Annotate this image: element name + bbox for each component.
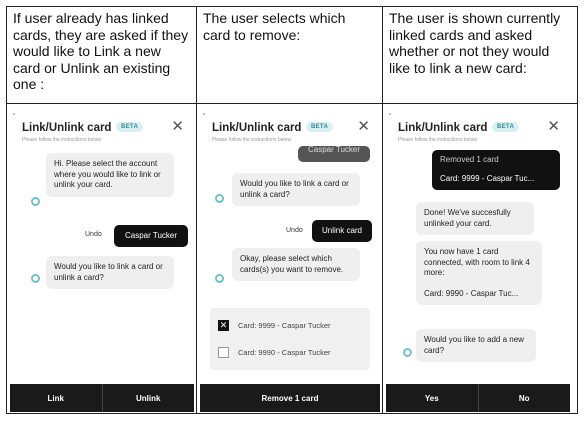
column-link-or-unlink: If user already has linked cards, they a… bbox=[7, 7, 197, 413]
bot-message: Would you like to link a card or unlink … bbox=[46, 256, 174, 289]
checkbox-checked[interactable]: ✕ bbox=[218, 319, 229, 331]
bot-message: Done! We've succesfully unlinked your ca… bbox=[416, 202, 534, 235]
beta-badge: BETA bbox=[116, 122, 144, 132]
yes-button[interactable]: Yes bbox=[386, 384, 479, 412]
bot-avatar-icon bbox=[31, 274, 40, 283]
bot-message: Okay, please select which cards(s) you w… bbox=[232, 248, 360, 281]
bot-avatar-icon bbox=[31, 197, 40, 206]
bot-message: You now have 1 card connected, with room… bbox=[416, 241, 542, 305]
beta-badge: BETA bbox=[306, 122, 334, 132]
instructions-text: Please follow the instructions below bbox=[22, 137, 101, 143]
no-button[interactable]: No bbox=[479, 384, 571, 412]
undo-link[interactable]: Undo bbox=[85, 231, 102, 238]
link-button[interactable]: Link bbox=[10, 384, 103, 412]
card-option[interactable]: ✕ Card: 9999 - Caspar Tucker bbox=[218, 317, 364, 333]
phone-screen: Link/Unlink card BETA ✕ Please follow th… bbox=[10, 110, 194, 412]
bot-avatar-icon bbox=[403, 348, 412, 357]
instructions-text: Please follow the instructions below bbox=[398, 137, 477, 143]
column-linked-cards: The user is shown currently linked cards… bbox=[383, 7, 577, 413]
user-reply: Unlink card bbox=[312, 220, 372, 242]
linked-summary-text: You now have 1 card connected, with room… bbox=[424, 247, 530, 277]
app-title: Link/Unlink card bbox=[398, 122, 488, 134]
bot-avatar-icon bbox=[215, 274, 224, 283]
card-label: Card: 9999 - Caspar Tucker bbox=[238, 320, 331, 330]
instructions-text: Please follow the instructions below bbox=[212, 137, 291, 143]
user-reply: Removed 1 card Card: 9999 - Caspar Tuc..… bbox=[432, 150, 560, 190]
bot-message: Would you like to link a card or unlink … bbox=[232, 173, 360, 206]
screen-corner-dot bbox=[389, 113, 391, 115]
action-bar: Link Unlink bbox=[10, 384, 194, 412]
beta-badge: BETA bbox=[492, 122, 520, 132]
card-selection-list: ✕ Card: 9999 - Caspar Tucker Card: 9990 … bbox=[210, 308, 370, 370]
undo-link[interactable]: Undo bbox=[286, 227, 303, 234]
storyboard-table: If user already has linked cards, they a… bbox=[6, 6, 578, 414]
action-bar: Yes No bbox=[386, 384, 570, 412]
column-header: The user selects which card to remove: bbox=[203, 10, 346, 43]
removed-card-text: Card: 9999 - Caspar Tuc... bbox=[440, 174, 535, 183]
close-icon[interactable]: ✕ bbox=[547, 117, 560, 135]
action-bar: Remove 1 card bbox=[200, 384, 380, 412]
remove-card-button[interactable]: Remove 1 card bbox=[200, 384, 380, 412]
bot-message: Hi. Please select the account where you … bbox=[46, 153, 174, 197]
user-reply: Caspar Tucker bbox=[114, 225, 188, 247]
user-reply-previous: Caspar Tucker bbox=[298, 146, 370, 162]
column-header: The user is shown currently linked cards… bbox=[389, 10, 561, 76]
close-icon[interactable]: ✕ bbox=[357, 117, 370, 135]
column-header: If user already has linked cards, they a… bbox=[13, 10, 189, 92]
close-icon[interactable]: ✕ bbox=[171, 117, 184, 135]
app-title: Link/Unlink card bbox=[22, 122, 112, 134]
bot-avatar-icon bbox=[215, 194, 224, 203]
screen-corner-dot bbox=[13, 113, 15, 115]
bot-message: Would you like to add a new card? bbox=[416, 329, 536, 362]
phone-screen: Link/Unlink card BETA ✕ Please follow th… bbox=[200, 110, 380, 412]
card-label: Card: 9990 - Caspar Tucker bbox=[238, 347, 331, 357]
column-select-card: The user selects which card to remove: L… bbox=[197, 7, 383, 413]
unlink-button[interactable]: Unlink bbox=[103, 384, 195, 412]
linked-card-text: Card: 9990 - Caspar Tuc... bbox=[424, 288, 519, 298]
card-option[interactable]: Card: 9990 - Caspar Tucker bbox=[218, 344, 364, 360]
phone-screen: Link/Unlink card BETA ✕ Please follow th… bbox=[386, 110, 570, 412]
checkbox-unchecked[interactable] bbox=[218, 346, 229, 358]
removed-count-text: Removed 1 card bbox=[440, 155, 499, 164]
screen-corner-dot bbox=[203, 113, 205, 115]
app-title: Link/Unlink card bbox=[212, 122, 302, 134]
